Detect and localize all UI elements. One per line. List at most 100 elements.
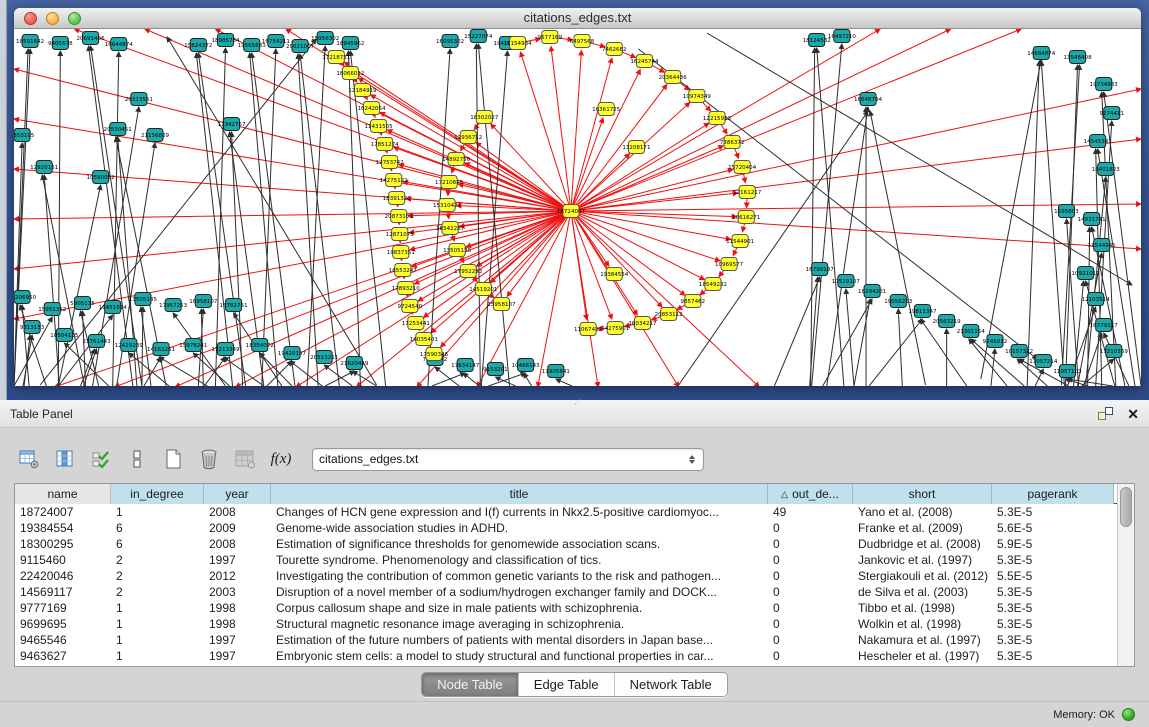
column-header-title[interactable]: title — [271, 484, 768, 504]
table-row[interactable]: 2242004622012Investigating the contribut… — [15, 568, 1117, 584]
create-column-button[interactable] — [158, 444, 188, 474]
network-node[interactable]: 18985734 — [211, 34, 240, 47]
tab-node-table[interactable]: Node Table — [422, 673, 518, 696]
network-node[interactable]: 9405578 — [48, 37, 73, 50]
network-node[interactable]: 20530451 — [104, 123, 132, 136]
network-node[interactable]: 15824372 — [184, 39, 212, 52]
table-cell[interactable]: Tourette syndrome. Phenomenology and cla… — [271, 552, 768, 568]
network-node[interactable]: 9677169 — [538, 31, 563, 44]
column-header-name[interactable]: name — [15, 484, 111, 504]
table-row[interactable]: 946362711997Embryonic stem cells: a mode… — [15, 648, 1117, 664]
table-cell[interactable]: Corpus callosum shape and size in male p… — [271, 600, 768, 616]
window-zoom-button[interactable] — [68, 12, 81, 25]
network-node[interactable]: 17634147 — [451, 359, 480, 372]
network-node[interactable]: 20873101 — [385, 210, 413, 223]
table-chooser-select[interactable]: citations_edges.txt — [312, 448, 704, 471]
network-node[interactable]: 7462662 — [602, 43, 627, 56]
column-header-pagerank[interactable]: pagerank — [992, 484, 1114, 504]
table-cell[interactable]: 2008 — [204, 536, 271, 552]
network-node[interactable]: 11548408 — [1063, 51, 1092, 64]
close-panel-icon[interactable]: ✕ — [1127, 407, 1139, 421]
delete-table-button[interactable] — [230, 444, 260, 474]
scrollbar-thumb[interactable] — [1120, 487, 1132, 527]
table-cell[interactable]: Wolkin et al. (1998) — [853, 616, 992, 632]
network-node[interactable]: 10504135 — [50, 329, 79, 342]
table-cell[interactable]: Hescheler et al. (1997) — [853, 648, 992, 664]
table-row[interactable]: 1456911722003Disruption of a novel membe… — [15, 584, 1117, 600]
table-cell[interactable]: 0 — [768, 552, 853, 568]
network-node[interactable]: 20513211 — [310, 351, 338, 364]
network-canvas[interactable]: 1859164294055782069140616644874158243721… — [14, 29, 1141, 386]
network-node[interactable]: 20691406 — [76, 32, 105, 45]
table-cell[interactable]: Investigating the contribution of common… — [271, 568, 768, 584]
network-node[interactable]: 13505185 — [129, 293, 158, 306]
network-node[interactable]: 16035401 — [410, 333, 438, 346]
column-header-year[interactable]: year — [204, 484, 271, 504]
table-row[interactable]: 1872400712008Changes of HCN gene express… — [15, 504, 1117, 520]
window-close-button[interactable] — [24, 12, 37, 25]
select-all-button[interactable] — [86, 444, 116, 474]
table-cell[interactable]: 5.3E-5 — [992, 552, 1114, 568]
row-options-button[interactable] — [122, 444, 152, 474]
table-row[interactable]: 1830029562008Estimation of significance … — [15, 536, 1117, 552]
network-node[interactable]: 17957253 — [159, 299, 188, 312]
table-cell[interactable]: 18300295 — [15, 536, 111, 552]
table-cell[interactable]: 0 — [768, 536, 853, 552]
network-node[interactable]: 17213349 — [211, 343, 240, 356]
table-cell[interactable]: 1998 — [204, 600, 271, 616]
network-node[interactable]: 19056213 — [884, 295, 913, 308]
float-panel-icon[interactable] — [1098, 407, 1113, 421]
table-cell[interactable]: 6 — [111, 536, 204, 552]
network-node[interactable]: 18124532 — [803, 34, 831, 47]
table-cell[interactable]: Estimation of significance thresholds fo… — [271, 536, 768, 552]
network-node[interactable]: 20364436 — [659, 71, 688, 84]
table-cell[interactable]: 6 — [111, 520, 204, 536]
table-cell[interactable]: 5.3E-5 — [992, 648, 1114, 664]
table-row[interactable]: 1938455462009Genome-wide association stu… — [15, 520, 1117, 536]
table-cell[interactable]: Dudbridge et al. (2008) — [853, 536, 992, 552]
window-titlebar[interactable]: citations_edges.txt — [14, 8, 1141, 29]
table-row[interactable]: 977716911998Corpus callosum shape and si… — [15, 600, 1117, 616]
network-node[interactable]: 9853105 — [14, 129, 35, 142]
network-node[interactable]: 16958107 — [189, 295, 218, 308]
splitter-grip[interactable]: ⋰ — [575, 401, 589, 405]
network-node[interactable]: 12936712 — [454, 131, 482, 144]
column-header-in_degree[interactable]: in_degree — [111, 484, 204, 504]
network-node[interactable]: 9245012 — [983, 335, 1008, 348]
network-node[interactable]: 10466143 — [512, 359, 541, 372]
network-node[interactable]: 11544941 — [1088, 239, 1116, 252]
network-node[interactable]: 14684874 — [1027, 47, 1056, 60]
column-header-short[interactable]: short — [853, 484, 992, 504]
table-cell[interactable]: 5.3E-5 — [992, 616, 1114, 632]
network-node[interactable]: 10974349 — [683, 90, 712, 103]
table-cell[interactable]: 5.6E-5 — [992, 520, 1114, 536]
table-vertical-scrollbar[interactable] — [1117, 484, 1134, 666]
network-node[interactable]: 11067432 — [574, 323, 602, 336]
table-cell[interactable]: 1 — [111, 504, 204, 520]
table-cell[interactable]: 18724007 — [15, 504, 111, 520]
network-node[interactable]: 18591642 — [16, 35, 44, 48]
window-minimize-button[interactable] — [46, 12, 59, 25]
tab-network-table[interactable]: Network Table — [614, 673, 727, 696]
network-node[interactable]: 19811347 — [908, 305, 937, 318]
table-cell[interactable]: 2 — [111, 568, 204, 584]
network-node[interactable]: 17218731 — [322, 51, 350, 64]
network-node[interactable]: 21156869 — [141, 129, 170, 142]
network-node[interactable]: 14275122 — [380, 174, 408, 187]
table-cell[interactable]: 2003 — [204, 584, 271, 600]
network-node[interactable]: 18354072 — [246, 339, 274, 352]
network-node[interactable]: 14519201 — [469, 283, 497, 296]
table-cell[interactable]: 19384554 — [15, 520, 111, 536]
network-node[interactable]: 9724540 — [398, 300, 423, 313]
table-cell[interactable]: 0 — [768, 616, 853, 632]
table-cell[interactable]: 9465546 — [15, 632, 111, 648]
network-node[interactable]: 16779117 — [1090, 319, 1119, 332]
table-cell[interactable]: 22420046 — [15, 568, 111, 584]
network-node[interactable]: 15958107 — [487, 298, 516, 311]
table-cell[interactable]: 0 — [768, 584, 853, 600]
network-node[interactable]: 21620439 — [340, 357, 369, 370]
table-cell[interactable]: 5.3E-5 — [992, 584, 1114, 600]
network-node[interactable]: 19734933 — [1090, 78, 1119, 91]
table-cell[interactable]: 2 — [111, 552, 204, 568]
table-cell[interactable]: 0 — [768, 632, 853, 648]
